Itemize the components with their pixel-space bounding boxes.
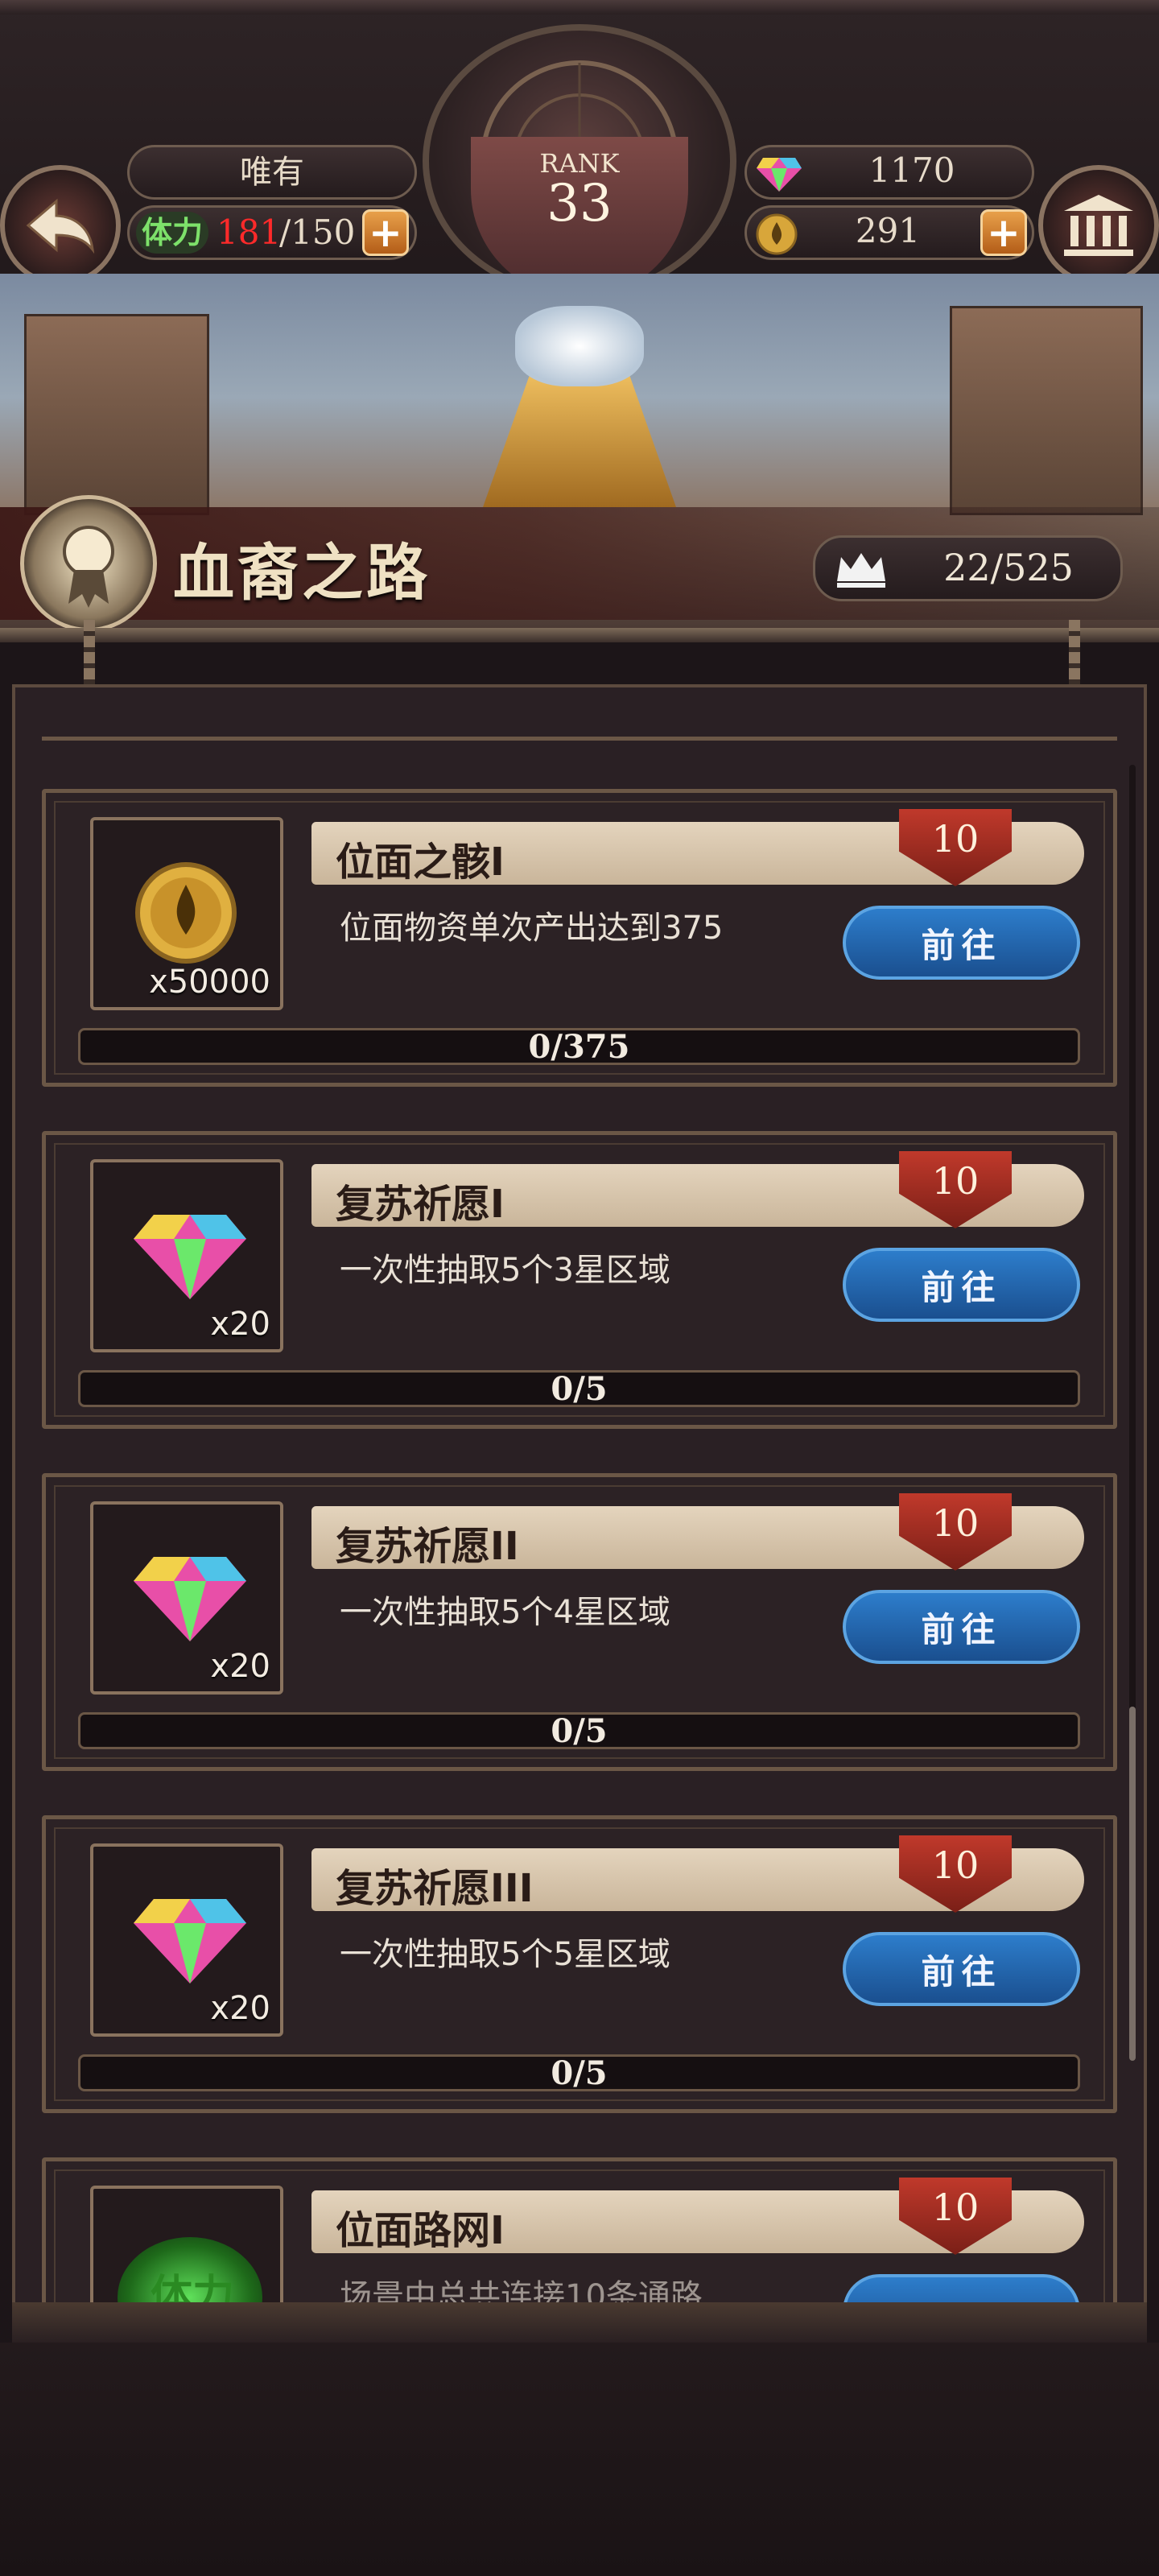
task-card: x20 复苏祈愿II 10 一次性抽取5个4星区域 前往 0/5 — [42, 1473, 1117, 1771]
progress-bar: 0/375 — [78, 1028, 1080, 1066]
coin-icon — [135, 862, 237, 964]
back-arrow-icon — [26, 198, 95, 254]
medal-icon — [20, 495, 157, 632]
coin-icon — [756, 213, 798, 255]
progress-pill: 22/525 — [813, 535, 1123, 601]
building-left — [24, 314, 209, 515]
go-button[interactable]: 前往 — [843, 1590, 1080, 1664]
player-name: 唯有 — [240, 154, 304, 191]
back-button[interactable] — [0, 165, 121, 286]
task-description: 一次性抽取5个3星区域 — [340, 1252, 670, 1289]
coins-count: 291 — [855, 211, 921, 250]
task-card: x20 复苏祈愿I 10 一次性抽取5个3星区域 前往 0/5 — [42, 1131, 1117, 1429]
task-name: 位面路网I — [336, 2208, 505, 2253]
task-card: 体力 位面路网I 10 场景中总共连接10条通路 — [42, 2157, 1117, 2306]
gems-count: 1170 — [868, 151, 955, 190]
stamina-max: /150 — [279, 213, 356, 252]
add-coins-button[interactable]: + — [980, 209, 1027, 256]
task-name: 位面之骸I — [336, 840, 505, 885]
reward-slot[interactable]: x20 — [90, 1843, 283, 2037]
reward-quantity: x20 — [210, 1648, 270, 1685]
scrollbar-thumb[interactable] — [1129, 1707, 1136, 2061]
task-name: 复苏祈愿II — [336, 1524, 519, 1569]
task-card: x20 复苏祈愿III 10 一次性抽取5个5星区域 前往 0/5 — [42, 1815, 1117, 2113]
stamina-reward-label: 体力 — [150, 2272, 234, 2306]
gem-icon — [134, 1215, 246, 1299]
task-description: 位面物资单次产出达到375 — [340, 910, 724, 947]
gem-icon — [134, 1557, 246, 1641]
rank-value: 33 — [547, 174, 612, 233]
progress-bar: 0/5 — [78, 2054, 1080, 2092]
go-button[interactable]: 前往 — [843, 906, 1080, 980]
top-edge — [0, 0, 1159, 14]
page-title: 血裔之路 — [173, 537, 431, 609]
lower-background — [0, 2343, 1159, 2576]
crown-icon — [837, 553, 885, 588]
chain-left — [84, 620, 95, 684]
gem-icon — [134, 1899, 246, 1984]
reward-quantity: x20 — [210, 1990, 270, 2027]
chain-right — [1069, 620, 1080, 684]
task-card-clip: 体力 位面路网I 10 场景中总共连接10条通路 — [42, 2157, 1117, 2306]
task-card: x50000 位面之骸I 10 位面物资单次产出达到375 前往 0/375 — [42, 789, 1117, 1087]
reward-slot[interactable]: x20 — [90, 1501, 283, 1695]
collection-button[interactable] — [1038, 165, 1159, 286]
building-right — [950, 306, 1143, 515]
reward-slot[interactable]: x50000 — [90, 817, 283, 1010]
gems-pill: 1170 — [744, 145, 1034, 200]
museum-icon — [1064, 195, 1133, 256]
go-button[interactable]: 前往 — [843, 1932, 1080, 2006]
task-description: 场景中总共连接10条通路 — [340, 2278, 703, 2306]
task-description: 一次性抽取5个5星区域 — [340, 1936, 670, 1973]
task-description: 一次性抽取5个4星区域 — [340, 1594, 670, 1631]
task-name: 复苏祈愿I — [336, 1182, 505, 1227]
progress-bar: 0/5 — [78, 1712, 1080, 1750]
reward-quantity: x50000 — [149, 964, 270, 1001]
task-name: 复苏祈愿III — [336, 1866, 534, 1911]
monument-top — [515, 306, 644, 386]
plus-icon: + — [987, 209, 1021, 256]
plus-icon: + — [369, 209, 402, 256]
stamina-label: 体力 — [136, 212, 208, 254]
progress-bar: 0/5 — [78, 1370, 1080, 1408]
panel-bottom-frame — [12, 2302, 1147, 2343]
add-stamina-button[interactable]: + — [362, 209, 409, 256]
reward-quantity: x20 — [210, 1306, 270, 1343]
go-button[interactable] — [843, 2274, 1080, 2306]
overall-progress: 22/525 — [943, 546, 1074, 589]
gem-icon — [757, 158, 802, 192]
card-edge-top — [42, 708, 1117, 741]
reward-slot[interactable]: 体力 — [90, 2186, 283, 2306]
go-button[interactable]: 前往 — [843, 1248, 1080, 1322]
banner-frame — [0, 628, 1159, 642]
reward-slot[interactable]: x20 — [90, 1159, 283, 1352]
player-name-pill: 唯有 — [127, 145, 417, 200]
stamina-current: 181 — [217, 213, 282, 252]
